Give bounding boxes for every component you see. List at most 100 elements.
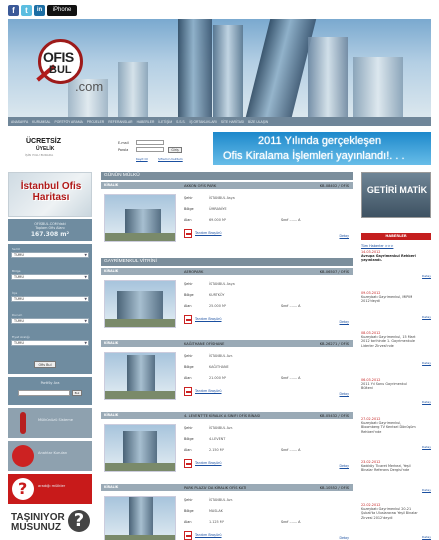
brochure-link[interactable]: Tanıtım Broşürü (195, 533, 222, 537)
news-item[interactable]: 09.03.2012 Kuzeybatı Gayrimenkul, MIPIM … (361, 291, 431, 319)
listing-title[interactable]: PARK PLAZA' DA KİRALIK OFİS KATI (184, 486, 246, 490)
news-item[interactable]: 27.02.2012 Kuzeybatı Gayrimenkul, Bloomb… (361, 417, 431, 449)
moving-banner[interactable]: TAŞINIYOR MUSUNUZ ? (8, 508, 92, 540)
portfolio-search-button[interactable]: Bul (72, 390, 82, 396)
pdf-icon[interactable] (184, 315, 192, 324)
register-link[interactable]: Kayıt Ol (136, 157, 148, 161)
nav-item[interactable]: BİZE ULAŞIN (248, 120, 268, 124)
listing-code: KB-05432 / OFİS (319, 413, 349, 418)
listing-title[interactable]: AEROPARK (184, 270, 203, 274)
brochure-link[interactable]: Tanıtım Broşürü (195, 461, 222, 465)
news-item[interactable]: 22.02.2012 Kuzeybatı Gayrimenkul 20-21 Ş… (361, 503, 431, 539)
email-label: E-mail (118, 141, 129, 145)
brochure-link[interactable]: Tanıtım Broşürü (195, 389, 222, 393)
listing-code: KB-08402 / OFİS (319, 183, 349, 188)
twitter-icon[interactable]: t (21, 5, 32, 16)
detail-link[interactable]: Detay (339, 320, 349, 324)
login-button[interactable]: Giriş (168, 147, 182, 153)
question-mark-icon: ? (68, 510, 90, 532)
detail-link[interactable]: Detay (339, 464, 349, 468)
news-header: HABERLER (361, 233, 431, 240)
linkedin-icon[interactable]: in (34, 5, 45, 16)
news-item[interactable]: 14.03.2012 Avrupa Gayrimenkul Rehberi ya… (361, 250, 431, 278)
listing-code: KB-26271 / OFİS (319, 341, 349, 346)
nav-item[interactable]: SİTE HARİTASI (221, 120, 244, 124)
listing-code: KB-10552 / OFİS (319, 485, 349, 490)
password-field[interactable] (136, 147, 164, 152)
listing-photo[interactable] (104, 194, 176, 242)
semt-select[interactable]: TÜMÜ (11, 252, 89, 258)
pdf-icon[interactable] (184, 387, 192, 396)
listing-photo[interactable] (104, 280, 176, 328)
page: f t in iPhone OFIS BUL .com ANASAYFA KUR… (0, 0, 439, 540)
forgot-password-link[interactable]: Şifremi Unuttum (158, 157, 183, 161)
facebook-icon[interactable]: f (8, 5, 19, 16)
nav-item[interactable]: REFERANSLAR (108, 120, 132, 124)
nav-item[interactable]: ANASAYFA (11, 120, 28, 124)
membership-subtitle[interactable]: ÜYELİK (36, 146, 54, 152)
news-item[interactable]: 06.03.2012 2011 Yıl Sonu Gayrimenkul Bül… (361, 378, 431, 404)
listing-title[interactable]: KAĞITHANE OFİSHANE (184, 342, 224, 346)
news-item[interactable]: 08.03.2012 Kuzeybatı Gayrimenkul, 15 Mar… (361, 331, 431, 365)
portfolio-search: Portföy Ara Bul (8, 377, 92, 405)
listing-photo[interactable] (104, 496, 176, 540)
key-delivery-banner[interactable]: Anahtar Kurulan (8, 441, 92, 471)
ilce-select[interactable]: TÜMÜ (11, 296, 89, 302)
listing-photo[interactable] (104, 424, 176, 472)
portfolio-search-input[interactable] (18, 390, 70, 396)
question-icon (12, 478, 34, 500)
listing-title[interactable]: 4. LEVENT'TE KİRALIK A SINIFI OFİS BİNAS… (184, 414, 260, 418)
durum-select[interactable]: TÜMÜ (11, 318, 89, 324)
getiri-matik-banner[interactable]: GETİRİ MATİK (361, 172, 431, 218)
wanted-properties-banner[interactable]: aradığı mülkler (8, 474, 92, 504)
nav-item[interactable]: İŞ ORTAKLIKLARI (189, 120, 216, 124)
news-detail-link[interactable]: Detay (422, 361, 431, 365)
detail-link[interactable]: Detay (339, 536, 349, 540)
key-icon (12, 445, 34, 467)
detail-link[interactable]: Detay (339, 392, 349, 396)
news-detail-link[interactable]: Detay (422, 274, 431, 278)
nav-item[interactable]: S.S.S. (176, 120, 185, 124)
section-title: GÜNÜN MÜLKÜ (101, 172, 353, 180)
listing-card: KİRALIK AKKON OFİS PARK KB-08402 / OFİS … (101, 182, 353, 250)
detail-link[interactable]: Detay (339, 234, 349, 238)
fiyat-select[interactable]: TÜMÜ (11, 340, 89, 346)
nav-item[interactable]: PROJELER (87, 120, 104, 124)
building-icon (20, 412, 26, 434)
bolge-select[interactable]: TÜMÜ (11, 274, 89, 280)
news-detail-link[interactable]: Detay (422, 400, 431, 404)
news-detail-link[interactable]: Detay (422, 535, 431, 539)
all-news-link[interactable]: Tüm Haberler >>> (361, 244, 393, 248)
listing-title[interactable]: AKKON OFİS PARK (184, 184, 216, 188)
pdf-icon[interactable] (184, 229, 192, 238)
listing-card: KİRALIK PARK PLAZA' DA KİRALIK OFİS KATI… (101, 484, 353, 540)
brochure-link[interactable]: Tanıtım Broşürü (195, 231, 222, 235)
nav-item[interactable]: HABERLER (137, 120, 155, 124)
announcement-banner[interactable]: 2011 Yılında gerçekleşen Ofis Kiralama İ… (213, 132, 431, 165)
list-property-banner[interactable]: Mülkünüzü Sisteme (8, 408, 92, 438)
free-membership-title[interactable]: ÜCRETSİZ (26, 138, 61, 145)
news-item[interactable]: 23.02.2012 Kadıköy Ticaret Merkezi, Yeşi… (361, 460, 431, 492)
listing-card: KİRALIK KAĞITHANE OFİSHANE KB-26271 / OF… (101, 340, 353, 408)
iphone-app-button[interactable]: iPhone (47, 5, 77, 16)
office-search-form: Semt TÜMÜ Bölge TÜMÜ İlçe TÜMÜ Durum TÜM… (8, 244, 92, 374)
news-detail-link[interactable]: Detay (422, 445, 431, 449)
listing-code: KB-06507 / OFİS (319, 269, 349, 274)
office-search-button[interactable]: Ofis Bul (34, 361, 56, 368)
news-detail-link[interactable]: Detay (422, 488, 431, 492)
nav-item[interactable]: PORTFÖY ARAMA (55, 120, 83, 124)
membership-small-text: İŞİN YOLU BURADA (25, 153, 54, 157)
listing-photo[interactable] (104, 352, 176, 400)
listing-card: KİRALIK AEROPARK KB-06507 / OFİS Şehir İ… (101, 268, 353, 336)
pdf-icon[interactable] (184, 531, 192, 540)
nav-item[interactable]: İLETİŞİM (158, 120, 172, 124)
news-detail-link[interactable]: Detay (422, 315, 431, 319)
brochure-link[interactable]: Tanıtım Broşürü (195, 317, 222, 321)
email-field[interactable] (136, 140, 164, 145)
istanbul-map-banner[interactable]: İstanbul Ofis Haritası (8, 172, 92, 217)
pdf-icon[interactable] (184, 459, 192, 468)
total-office-area-box: OFİSBUL.COM'daki Toplam Ofis Alanı 167.30… (8, 219, 92, 241)
nav-item[interactable]: KURUMSAL (32, 120, 50, 124)
section-title: GAYRİMENKUL VİTRİNİ (101, 258, 353, 266)
total-office-area-value: 167.308 m² (30, 231, 70, 238)
